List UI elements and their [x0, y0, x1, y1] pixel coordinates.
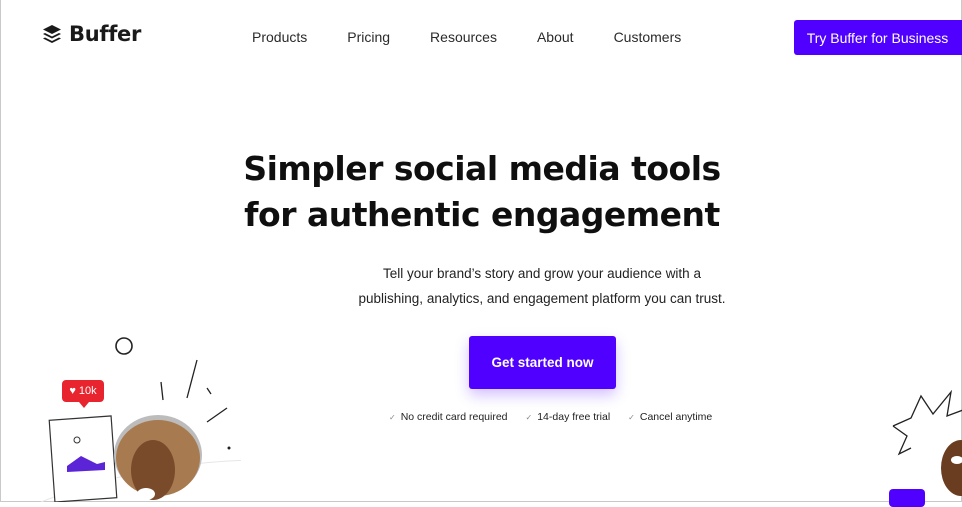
checkmark-icon: ✓ — [525, 412, 533, 422]
benefit-label: 14-day free trial — [537, 411, 611, 423]
nav-item-customers[interactable]: Customers — [614, 29, 682, 45]
benefit-item: ✓ No credit card required — [389, 411, 508, 423]
nav-item-pricing[interactable]: Pricing — [347, 29, 390, 45]
buffer-logo[interactable]: Buffer — [41, 22, 141, 46]
hero-subtitle-line-2: publishing, analytics, and engagement pl… — [358, 291, 726, 306]
try-business-button[interactable]: Try Buffer for Business — [794, 20, 962, 55]
benefit-item: ✓ Cancel anytime — [628, 411, 712, 423]
heart-icon: ♥ — [69, 385, 76, 397]
hero-title-line-2: for authentic engagement — [244, 195, 720, 234]
main-nav: Products Pricing Resources About Custome… — [252, 29, 721, 45]
likes-count: 10k — [78, 385, 97, 397]
benefit-label: No credit card required — [400, 411, 508, 423]
nav-item-resources[interactable]: Resources — [430, 29, 497, 45]
hero-illustration-right — [892, 390, 962, 496]
benefit-label: Cancel anytime — [639, 411, 713, 423]
likes-badge: ♥ 10k — [62, 380, 104, 408]
hero-title: Simpler social media tools for authentic… — [1, 146, 962, 238]
nav-item-about[interactable]: About — [537, 29, 574, 45]
hero-illustration-left — [40, 337, 241, 502]
checkmark-icon: ✓ — [628, 412, 635, 422]
get-started-button[interactable]: Get started now — [469, 336, 616, 389]
hero-subtitle: Tell your brand’s story and grow your au… — [1, 261, 962, 311]
top-navigation: Buffer Products Pricing Resources About … — [1, 0, 962, 76]
checkmark-icon: ✓ — [389, 412, 396, 422]
hero-title-line-1: Simpler social media tools — [243, 149, 721, 188]
hero-subtitle-line-1: Tell your brand’s story and grow your au… — [383, 266, 701, 281]
brand-name: Buffer — [69, 22, 142, 46]
benefit-item: ✓ 14-day free trial — [526, 411, 611, 423]
like-badge — [889, 489, 925, 507]
nav-item-products[interactable]: Products — [252, 29, 307, 45]
benefit-list: ✓ No credit card required ✓ 14-day free … — [389, 411, 730, 423]
buffer-layers-icon — [43, 25, 61, 43]
